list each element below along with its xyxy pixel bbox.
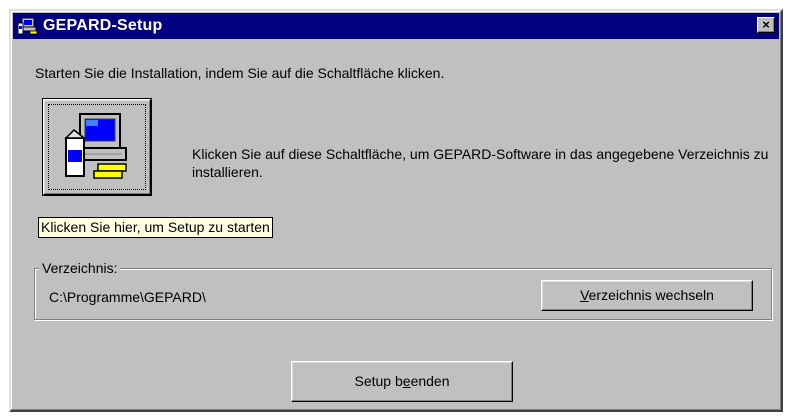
exit-setup-button[interactable]: Setup beenden [291,361,513,402]
setup-dialog: GEPARD-Setup × Starten Sie die Installat… [9,9,783,412]
exit-setup-label-suffix: enden [410,373,450,389]
directory-label: Verzeichnis: [39,260,121,276]
change-directory-button[interactable]: Verzeichnis wechseln [541,280,753,311]
directory-groupbox: Verzeichnis: C:\Programme\GEPARD\ Verzei… [34,260,772,320]
exit-setup-label-prefix: Setup b [354,373,403,389]
title-bar[interactable]: GEPARD-Setup × [13,13,779,39]
close-icon: × [762,17,770,32]
change-directory-label-suffix: erzeichnis wechseln [588,287,714,303]
description-text: Klicken Sie auf diese Schaltfläche, um G… [192,146,769,180]
intro-text: Starten Sie die Installation, indem Sie … [35,65,445,81]
setup-computer-icon [18,17,38,35]
change-directory-accel: V [580,287,589,303]
window-title: GEPARD-Setup [43,17,163,34]
exit-setup-accel: e [402,373,411,389]
setup-computer-icon [64,113,127,179]
close-button[interactable]: × [757,17,775,33]
directory-path: C:\Programme\GEPARD\ [49,289,206,305]
tooltip: Klicken Sie hier, um Setup zu starten [38,217,273,238]
start-setup-button[interactable] [42,98,152,196]
